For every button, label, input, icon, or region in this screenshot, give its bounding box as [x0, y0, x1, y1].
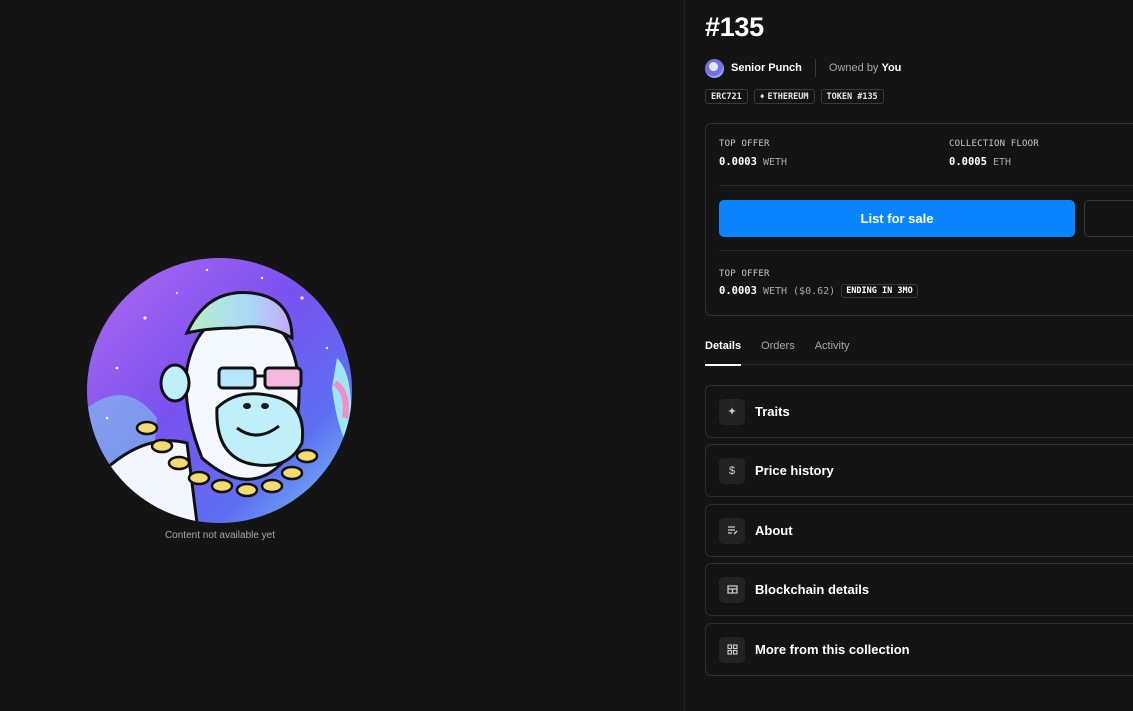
- tab-details[interactable]: Details: [705, 330, 742, 366]
- card-divider: [719, 250, 1133, 251]
- more-from-collection-section[interactable]: More from this collection: [705, 623, 1133, 676]
- document-icon: [719, 517, 745, 544]
- ethereum-icon: ♦: [759, 92, 765, 101]
- top-offer-unit: WETH: [762, 157, 788, 168]
- best-offer-usd: ($0.62): [793, 285, 836, 297]
- detail-tabs: Details Orders Activity: [705, 330, 1133, 366]
- token-tags: ERC721 ♦ ETHEREUM TOKEN #135: [705, 89, 884, 104]
- collection-floor-label: COLLECTION FLOOR: [949, 139, 1039, 149]
- nft-image[interactable]: [87, 258, 352, 523]
- collection-link[interactable]: Senior Punch: [731, 62, 802, 74]
- owned-by-label: Owned by: [828, 62, 879, 74]
- collection-floor-value: 0.0005: [949, 156, 987, 168]
- about-label: About: [755, 523, 793, 538]
- collection-floor-unit: ETH: [992, 157, 1011, 168]
- top-offer-label: TOP OFFER: [719, 139, 770, 149]
- tag-token-label: TOKEN #135: [826, 91, 878, 102]
- traits-label: Traits: [755, 404, 790, 419]
- collection-avatar[interactable]: [705, 58, 724, 78]
- about-section[interactable]: About: [705, 504, 1133, 557]
- price-history-label: Price history: [755, 463, 834, 478]
- owner-link[interactable]: You: [881, 62, 901, 74]
- sparkle-icon: ✦: [719, 398, 745, 425]
- item-title: #135: [705, 12, 764, 42]
- best-offer-label: TOP OFFER: [719, 269, 770, 279]
- top-offer-stat: TOP OFFER 0.0003 WETH: [719, 139, 787, 168]
- more-from-collection-label: More from this collection: [755, 642, 910, 657]
- tag-standard-label: ERC721: [711, 91, 742, 102]
- offer-ending-badge: ENDING IN 3MO: [841, 284, 918, 298]
- chain-table-icon: [719, 576, 745, 603]
- details-pane: #135 Senior Punch Owned by You ERC721 ♦ …: [686, 0, 1133, 711]
- blockchain-details-section[interactable]: Blockchain details: [705, 563, 1133, 616]
- tab-activity[interactable]: Activity: [815, 330, 850, 365]
- media-caption: Content not available yet: [164, 530, 276, 541]
- blockchain-details-label: Blockchain details: [755, 582, 870, 597]
- tag-chain-label: ETHEREUM: [767, 91, 809, 102]
- top-offer-value: 0.0003: [719, 156, 757, 168]
- best-offer-summary: TOP OFFER 0.0003 WETH ($0.62) ENDING IN …: [719, 269, 918, 298]
- tab-orders[interactable]: Orders: [761, 330, 795, 365]
- secondary-action-button[interactable]: [1084, 200, 1133, 237]
- grid-icon: [719, 636, 745, 663]
- tag-standard: ERC721: [705, 89, 748, 104]
- tag-chain[interactable]: ♦ ETHEREUM: [753, 89, 815, 104]
- list-for-sale-button[interactable]: List for sale: [719, 200, 1075, 237]
- nft-artwork: [87, 258, 352, 523]
- best-offer-unit: WETH: [762, 285, 788, 297]
- offer-card: TOP OFFER 0.0003 WETH COLLECTION FLOOR 0…: [705, 123, 1133, 316]
- tag-token-id[interactable]: TOKEN #135: [820, 89, 884, 104]
- card-divider: [719, 185, 1133, 186]
- best-offer-value: 0.0003: [719, 285, 757, 297]
- traits-section[interactable]: ✦ Traits: [705, 385, 1133, 438]
- owner-row: Senior Punch Owned by You: [705, 58, 901, 78]
- dollar-icon: $: [719, 457, 745, 484]
- owner-divider: [814, 59, 816, 77]
- media-pane: Content not available yet: [0, 0, 685, 711]
- price-history-section[interactable]: $ Price history: [705, 444, 1133, 497]
- collection-floor-stat: COLLECTION FLOOR 0.0005 ETH: [949, 139, 1039, 168]
